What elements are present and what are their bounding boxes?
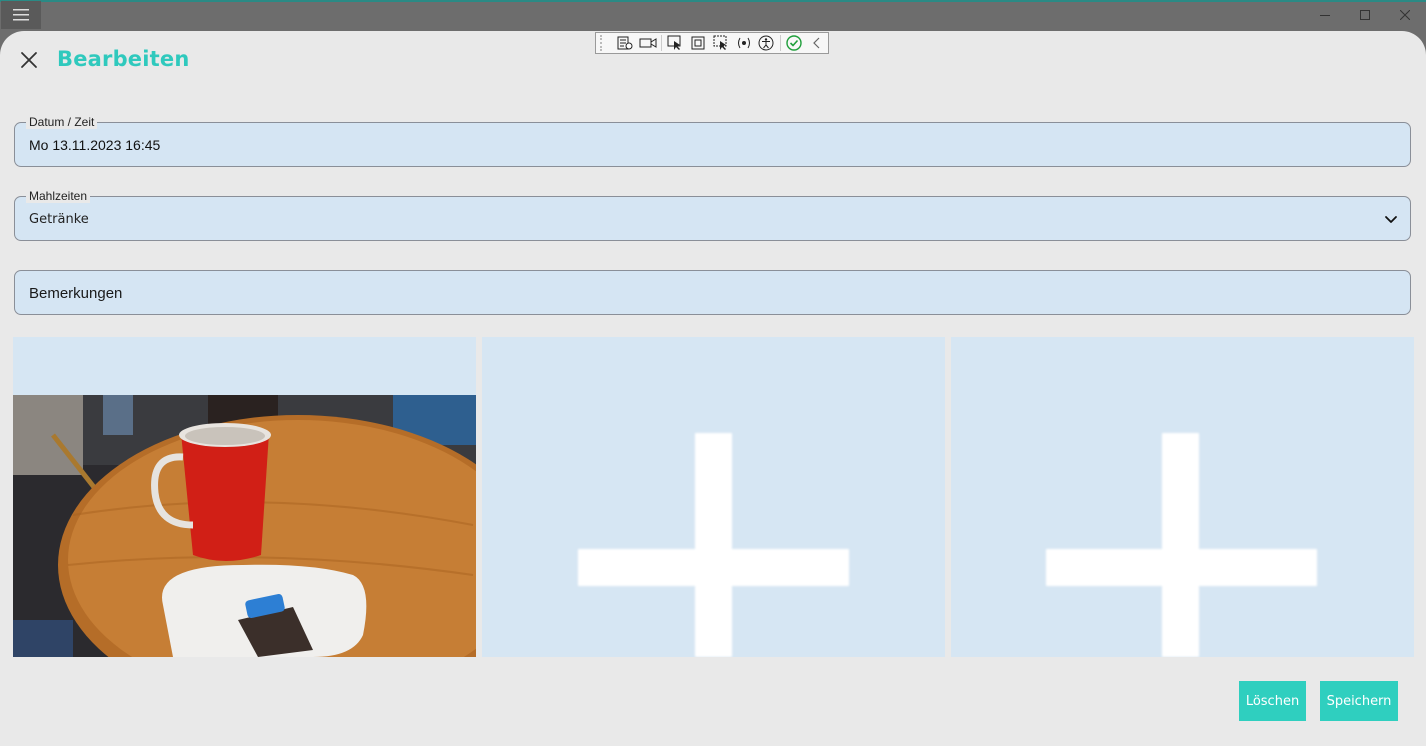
remarks-input[interactable]: Bemerkungen [14,270,1411,315]
toolbar-separator [779,35,781,51]
track-focus-icon[interactable] [710,33,733,53]
datetime-field[interactable]: Datum / Zeit Mo 13.11.2023 16:45 [14,115,1411,167]
delete-button[interactable]: Löschen [1239,681,1306,721]
live-tree-icon[interactable] [614,33,637,53]
display-layout-icon[interactable] [687,33,710,53]
save-button[interactable]: Speichern [1320,681,1398,721]
meal-value: Getränke [29,212,89,227]
maximize-icon[interactable] [1345,0,1385,30]
edit-dialog: Bearbeiten Datum / Zeit Mo 13.11.2023 16… [0,31,1426,746]
record-icon[interactable] [636,33,659,53]
select-element-icon[interactable] [664,33,687,53]
image-slot-3[interactable] [951,337,1414,657]
chevron-down-icon[interactable] [1384,212,1398,226]
image-slot-1[interactable] [13,337,476,657]
remarks-placeholder: Bemerkungen [29,285,123,302]
binding-failures-icon[interactable] [732,33,755,53]
minimize-icon[interactable] [1305,0,1345,30]
window-titlebar [0,0,1426,31]
window-accent-strip [0,0,1426,2]
close-icon[interactable] [1385,0,1425,30]
meal-photo [13,395,476,657]
xaml-debug-toolbar [595,32,829,54]
datetime-label: Datum / Zeit [26,115,98,129]
datetime-value: Mo 13.11.2023 16:45 [29,137,161,153]
meal-label: Mahlzeiten [26,189,91,203]
close-icon[interactable] [18,49,40,71]
collapse-chevron-icon[interactable] [805,33,828,53]
checkmark-icon[interactable] [783,33,806,53]
dialog-title: Bearbeiten [57,47,190,71]
toolbar-grip[interactable] [600,35,608,51]
accessibility-icon[interactable] [755,33,778,53]
hamburger-icon[interactable] [1,1,41,29]
meal-select[interactable]: Mahlzeiten Getränke [14,189,1411,241]
toolbar-separator [661,35,663,51]
image-slot-2[interactable] [482,337,945,657]
